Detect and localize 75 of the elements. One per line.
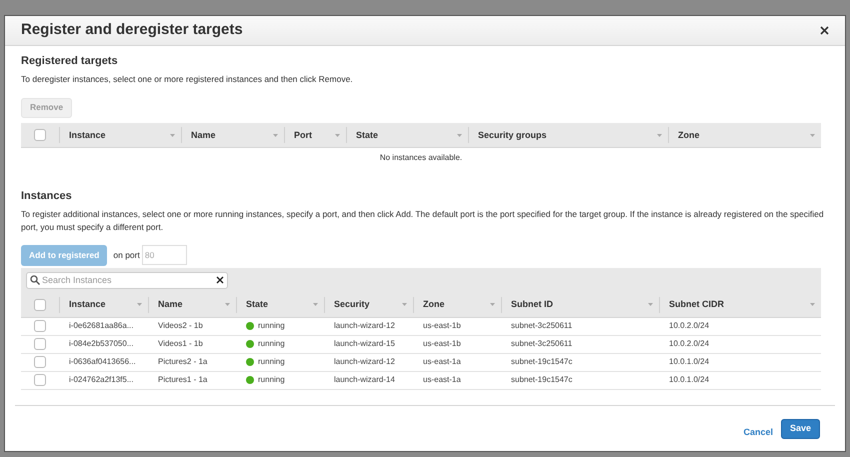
sort-caret-icon [273,134,278,137]
sort-caret-icon [170,134,175,137]
table-cell: i-084e2b537050... [69,338,134,350]
table-cell: launch-wizard-14 [334,374,395,386]
table-cell: 10.0.1.0/24 [669,356,710,368]
checkbox[interactable] [34,338,46,350]
table-cell: us-east-1a [423,356,461,368]
sort-caret-icon [225,303,230,306]
column-header[interactable]: Instance [59,127,181,144]
table-cell: launch-wizard-12 [334,320,395,332]
table-cell: Pictures2 - 1a [158,356,208,368]
clear-icon[interactable] [216,276,224,284]
cancel-link[interactable]: Cancel [743,426,773,440]
table-cell: running [258,338,285,350]
column-header[interactable]: Name [148,296,236,313]
table-cell: running [258,374,285,386]
table-cell: i-024762a2f13f5... [69,374,134,386]
search-icon [30,275,40,286]
sort-caret-icon [335,134,340,137]
table-cell: subnet-3c250611 [511,320,572,332]
sort-caret-icon [657,134,662,137]
search-field[interactable]: Search Instances [26,272,228,289]
sort-caret-icon [137,303,142,306]
table-cell: 10.0.2.0/24 [669,320,710,332]
table-cell: 10.0.2.0/24 [669,338,710,350]
sort-caret-icon [648,303,653,306]
section-description: To register additional instances, select one or more running instances, specify a port, and then click Add. The default port is the port specified for the target group. If the instance is already registered on the specified port, you must specify a different port. [21,208,825,234]
table-cell: running [258,320,285,332]
sort-caret-icon [810,303,815,306]
checkbox[interactable] [34,298,46,311]
table-cell: subnet-19c1547c [511,356,572,368]
checkbox[interactable] [34,374,46,386]
table-cell: subnet-19c1547c [511,374,572,386]
sort-caret-icon [457,134,462,137]
sort-caret-icon [402,303,407,306]
column-header[interactable]: Zone [413,296,501,313]
checkbox[interactable] [34,356,46,368]
sort-caret-icon [313,303,318,306]
checkbox[interactable] [34,320,46,332]
close-icon[interactable] [820,26,829,35]
port-input[interactable]: 80 [142,245,187,266]
sort-caret-icon [490,303,495,306]
column-header[interactable]: Instance [59,296,148,313]
table-cell: us-east-1b [423,320,461,332]
dialog-title: Register and deregister targets [21,20,243,40]
table-cell: launch-wizard-15 [334,338,395,350]
port-label: on port [113,248,140,262]
table-cell: us-east-1a [423,374,461,386]
table-cell: Pictures1 - 1a [158,374,208,386]
table-cell: Videos1 - 1b [158,338,203,350]
section-description: To deregister instances, select one or more registered instances and then click Remove. [21,72,354,86]
search-input[interactable]: Search Instances [42,274,214,287]
column-header[interactable]: Subnet CIDR [659,296,821,313]
table-cell: 10.0.1.0/24 [669,374,710,386]
save-button[interactable]: Save [780,418,820,438]
table-cell: launch-wizard-12 [334,356,395,368]
column-header[interactable]: Name [181,127,284,144]
column-header[interactable]: Security [324,296,413,313]
empty-message: No instances available. [380,152,462,164]
column-header[interactable]: State [236,296,324,313]
section-heading: Registered targets [21,54,119,69]
table-cell: i-0e62681aa86a... [69,320,134,332]
column-header[interactable]: Zone [668,127,821,144]
table-cell: us-east-1b [423,338,461,350]
column-header[interactable]: Subnet ID [501,296,659,313]
sort-caret-icon [810,134,815,137]
checkbox[interactable] [34,129,46,142]
table-cell: i-0636af0413656... [69,356,136,368]
table-cell: subnet-3c250611 [511,338,572,350]
column-header[interactable]: Port [284,127,346,144]
column-header[interactable]: State [346,127,468,144]
column-header[interactable]: Security groups [468,127,668,144]
table-cell: running [258,356,285,368]
table-cell: Videos2 - 1b [158,320,203,332]
section-heading: Instances [21,189,73,204]
